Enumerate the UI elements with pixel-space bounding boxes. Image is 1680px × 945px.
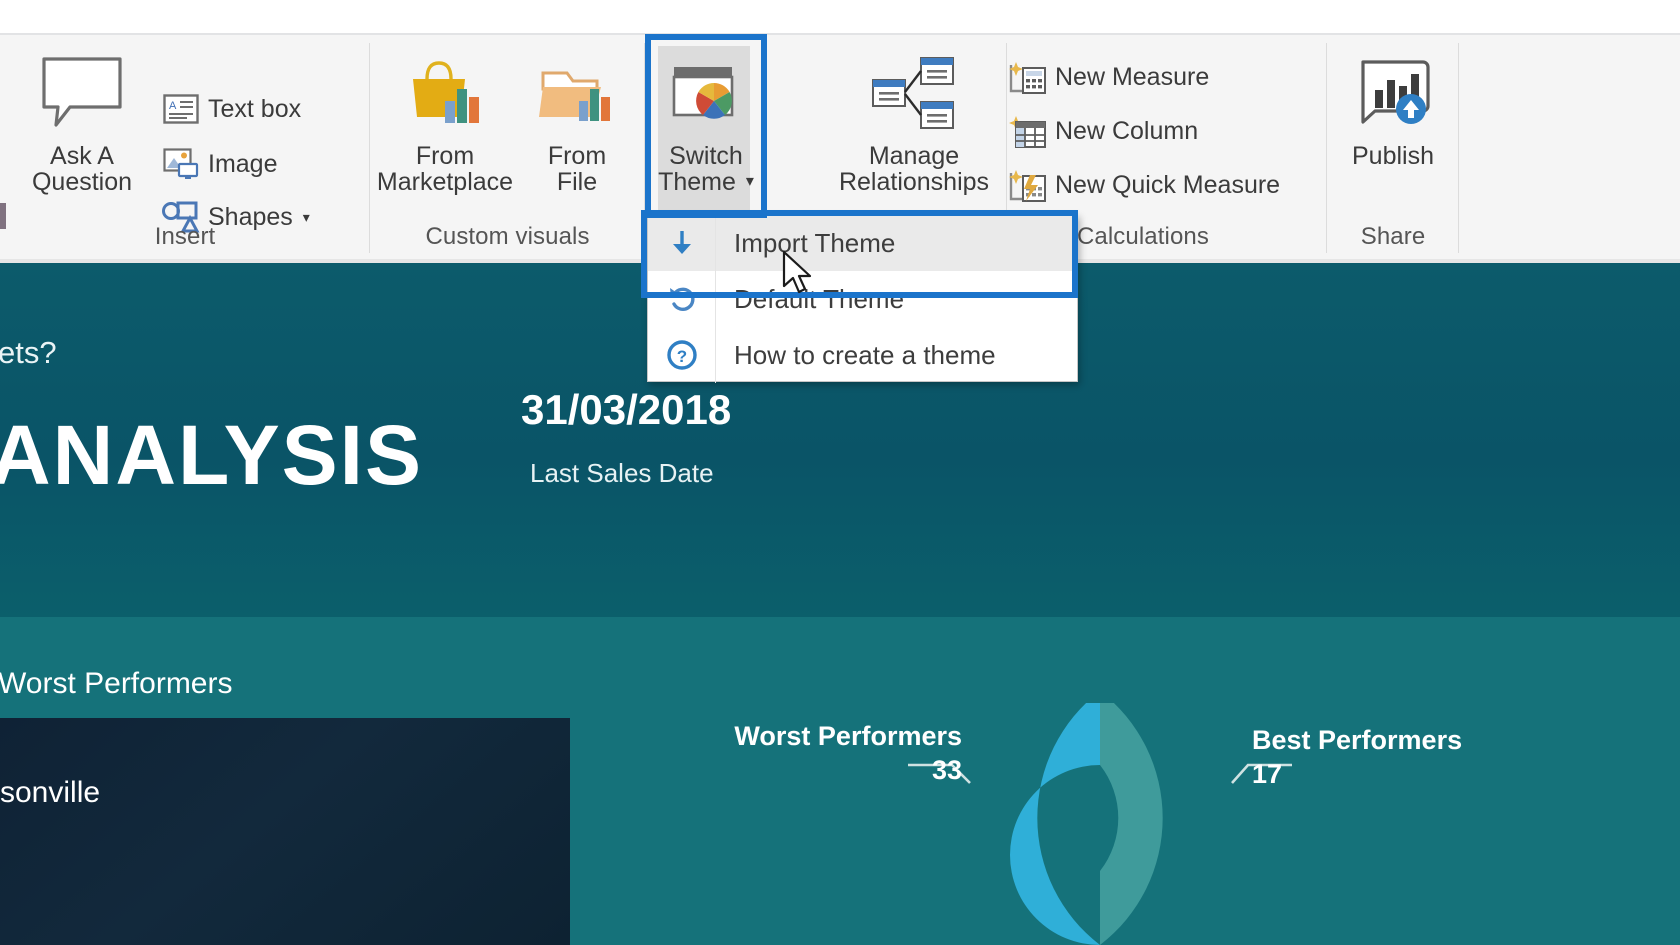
text-box-button[interactable]: A Text box: [160, 85, 301, 133]
text-box-label: Text box: [208, 94, 302, 123]
switch-theme-label-line2: Theme: [658, 168, 736, 196]
ribbon-group-custom-visuals: From Marketplace From File Custom visual…: [370, 35, 645, 263]
donut-label-worst: Worst Performers 33: [712, 719, 962, 787]
publish-button[interactable]: Publish: [1325, 47, 1461, 232]
menu-item-how-to-create-theme[interactable]: ? How to create a theme: [648, 327, 1077, 383]
performers-donut-chart[interactable]: Worst Performers 33 Best Performers 17: [680, 691, 1680, 945]
donut-label-worst-text: Worst Performers: [734, 721, 962, 751]
download-arrow-icon: [648, 215, 716, 271]
page-title: ANALYSIS: [0, 408, 424, 502]
help-question-icon: ?: [648, 327, 716, 383]
new-measure-icon: [1007, 59, 1049, 95]
text-box-icon: A: [160, 94, 202, 124]
switch-theme-icon: [664, 47, 748, 139]
from-marketplace-button[interactable]: From Marketplace: [370, 47, 520, 232]
svg-text:?: ?: [676, 347, 686, 366]
breadcrumb: ets?: [0, 335, 57, 370]
undo-arrow-icon: [648, 271, 716, 327]
new-column-icon: [1007, 113, 1049, 149]
from-marketplace-label-line2: Marketplace: [376, 168, 514, 196]
from-file-label-line2: File: [556, 168, 598, 196]
new-quick-measure-icon: [1007, 167, 1049, 203]
speech-bubble-icon: [40, 47, 124, 139]
menu-item-default-theme-label: Default Theme: [734, 283, 905, 314]
ribbon-group-insert: Ask A Question A Text box Image Shapes ▾…: [0, 35, 370, 263]
publish-icon: [1349, 47, 1437, 139]
new-column-label: New Column: [1055, 116, 1199, 145]
publish-label: Publish: [1352, 142, 1434, 170]
new-quick-measure-button[interactable]: New Quick Measure: [1007, 161, 1280, 209]
last-sales-date-value: 31/03/2018: [521, 386, 732, 433]
chevron-down-icon[interactable]: ▾: [303, 210, 310, 224]
donut-value-best: 17: [1252, 759, 1283, 789]
switch-theme-dropdown-menu[interactable]: Import Theme Default Theme ? How to crea…: [647, 214, 1078, 383]
image-button[interactable]: Image: [160, 140, 277, 188]
from-file-button[interactable]: From File: [522, 47, 632, 232]
ribbon-group-label-insert: Insert: [154, 223, 216, 250]
manage-relationships-button[interactable]: Manage Relationships: [819, 47, 1009, 232]
new-measure-label: New Measure: [1055, 62, 1210, 91]
menu-item-default-theme[interactable]: Default Theme: [648, 271, 1077, 327]
title-bar: [0, 0, 1680, 33]
donut-label-best-text: Best Performers: [1252, 725, 1463, 755]
donut-slice-best: [1100, 691, 1163, 945]
last-sales-date-label: Last Sales Date: [530, 458, 714, 488]
manage-relationships-label-line2: Relationships: [838, 168, 990, 196]
manage-relationships-icon: [869, 47, 959, 139]
menu-item-import-theme[interactable]: Import Theme: [648, 215, 1077, 271]
ribbon-group-label-share: Share: [1360, 223, 1426, 250]
chevron-down-icon[interactable]: ▾: [746, 167, 754, 197]
svg-text:A: A: [169, 100, 177, 112]
worst-performer-photo-card[interactable]: sonville: [0, 718, 570, 945]
new-quick-measure-label: New Quick Measure: [1055, 170, 1281, 199]
donut-slice-worst: [1010, 691, 1100, 945]
donut-value-worst: 33: [931, 755, 962, 785]
image-icon: [160, 148, 202, 180]
group-separator: [1458, 43, 1459, 253]
image-label: Image: [208, 149, 278, 178]
menu-item-how-to-create-theme-label: How to create a theme: [734, 339, 996, 370]
ribbon-group-label-custom-visuals: Custom visuals: [425, 223, 590, 250]
worst-performers-heading: Worst Performers: [0, 667, 233, 700]
mouse-cursor: [782, 250, 816, 303]
donut-label-best: Best Performers 17: [1252, 723, 1512, 791]
ask-a-question-button[interactable]: Ask A Question: [14, 47, 150, 232]
new-measure-button[interactable]: New Measure: [1007, 53, 1209, 101]
switch-theme-button[interactable]: Switch Theme ▾: [638, 47, 774, 232]
marketplace-bag-icon: [403, 47, 487, 139]
new-column-button[interactable]: New Column: [1007, 107, 1198, 155]
worst-performer-city-label: sonville: [0, 776, 101, 809]
ribbon-group-share: Publish Share: [1327, 35, 1459, 263]
ask-a-question-label-line2: Question: [31, 168, 133, 196]
folder-icon: [535, 47, 619, 139]
